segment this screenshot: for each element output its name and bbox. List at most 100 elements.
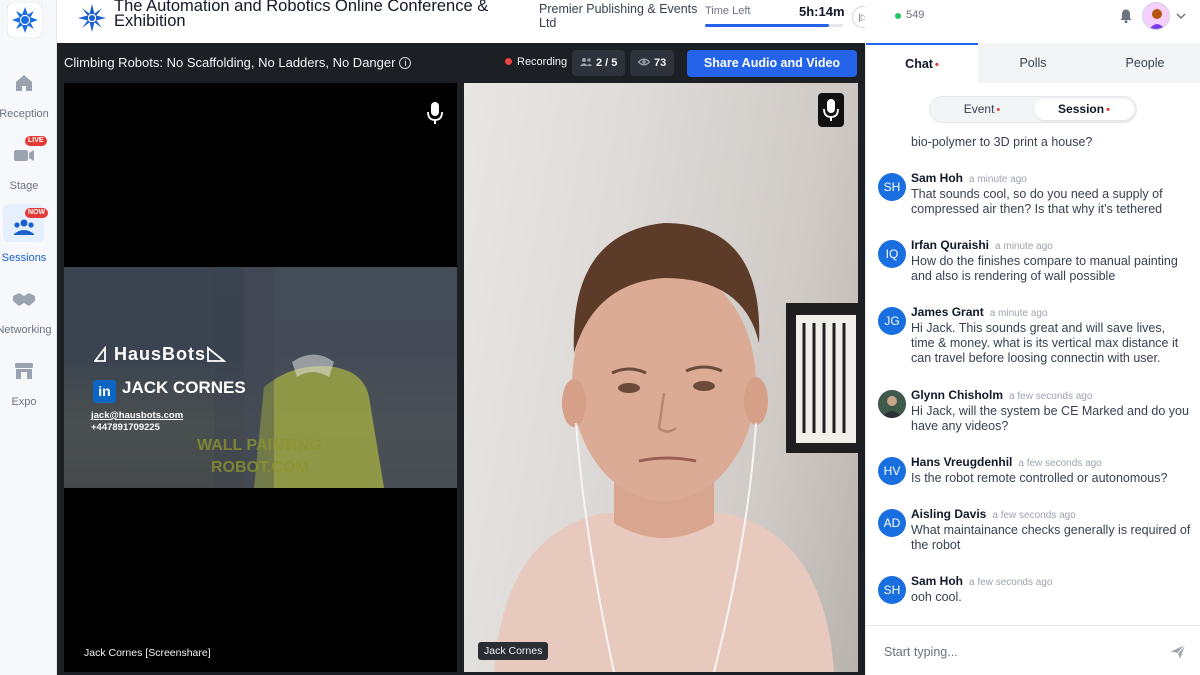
segment-session[interactable]: Session •: [1034, 99, 1134, 120]
message-text: ooh cool.: [911, 590, 962, 604]
user-avatar-image: [1143, 3, 1169, 29]
author-name: Glynn Chisholm: [911, 388, 1004, 402]
microphone-icon[interactable]: [818, 93, 844, 127]
message-author: Sam Hoh a few seconds ago: [911, 574, 1052, 588]
speaker-video: [464, 83, 858, 672]
nav-item-label: Stage: [9, 180, 39, 192]
shared-slide: HausBots in JACK CORNES jack@hausbots.com…: [64, 267, 457, 488]
avatar[interactable]: [878, 390, 906, 418]
vest-text-line2: ROBOT.COM: [211, 459, 309, 476]
author-name: Aisling Davis: [911, 507, 987, 521]
nav-item-label: Expo: [11, 396, 37, 408]
top-bar-right: 549: [865, 0, 1200, 43]
speaker-video-image: [494, 223, 858, 672]
avatar[interactable]: SH: [878, 576, 906, 604]
message-time: a few seconds ago: [992, 510, 1076, 521]
bell-icon[interactable]: [1118, 8, 1134, 24]
tab-polls[interactable]: Polls: [977, 43, 1089, 83]
segment-event-label: Event: [963, 102, 995, 116]
recording-label: Recording: [517, 56, 568, 68]
hausbots-logo: HausBots: [93, 344, 227, 365]
share-audio-video-button[interactable]: Share Audio and Video: [687, 50, 857, 77]
nav-item-label: Networking: [0, 324, 52, 336]
chat-scope-toggle: Event • Session •: [929, 96, 1137, 123]
nav-item-sessions[interactable]: NOW Sessions: [0, 204, 57, 276]
nav-item-reception[interactable]: Reception: [0, 70, 57, 132]
side-panel: Chat • Polls People Event • Session • bio-p…: [865, 43, 1200, 675]
presenter-email: jack@hausbots.com: [91, 410, 184, 421]
recording-indicator: Recording: [498, 51, 573, 74]
message-time: a few seconds ago: [1018, 458, 1102, 469]
nav-item-stage[interactable]: LIVE Stage: [0, 136, 57, 204]
vest-text-line1: WALL PAINTING: [197, 437, 322, 454]
presenter-phone: +447891709225: [91, 422, 160, 433]
now-badge: NOW: [25, 208, 49, 218]
chat-input[interactable]: [884, 642, 1154, 662]
avatar[interactable]: JG: [878, 307, 906, 335]
message-author: Glynn Chisholm a few seconds ago: [911, 388, 1092, 402]
session-title: Climbing Robots: No Scaffolding, No Ladd…: [64, 55, 412, 70]
left-nav-rail: Reception LIVE Stage NOW Sessions Networ…: [0, 0, 57, 675]
viewers-count-pill[interactable]: 73: [630, 50, 675, 76]
author-name: Irfan Quraishi: [911, 238, 990, 252]
message-author: Hans Vreugdenhil a few seconds ago: [911, 455, 1102, 469]
avatar-photo-image: [878, 390, 906, 418]
send-icon[interactable]: [1170, 644, 1186, 660]
message-time: a minute ago: [969, 174, 1027, 185]
message-author: James Grant a minute ago: [911, 305, 1048, 319]
chevron-down-icon[interactable]: [1176, 11, 1186, 21]
avatar[interactable]: AD: [878, 509, 906, 537]
stage-area: Climbing Robots: No Scaffolding, No Ladd…: [57, 43, 865, 675]
author-name: Sam Hoh: [911, 574, 964, 588]
nav-item-label: Reception: [0, 108, 49, 120]
unread-dot-icon: •: [996, 104, 1001, 116]
nav-item-label: Sessions: [1, 252, 47, 264]
hausbots-logo-icon-2: [207, 346, 227, 362]
message-text: That sounds cool, so do you need a suppl…: [911, 187, 1163, 216]
booth-icon: [15, 363, 33, 379]
online-indicator-icon: [895, 13, 901, 19]
recording-dot-icon: [505, 58, 512, 65]
live-badge: LIVE: [25, 136, 47, 146]
tab-chat[interactable]: Chat •: [866, 43, 978, 83]
app-logo-icon[interactable]: [7, 2, 43, 38]
event-title: The Automation and Robotics Online Confe…: [114, 0, 489, 30]
segment-event[interactable]: Event •: [932, 99, 1032, 120]
unread-dot-icon: •: [934, 59, 939, 71]
author-name: Hans Vreugdenhil: [911, 455, 1013, 469]
tab-people[interactable]: People: [1089, 43, 1200, 83]
message-time: a few seconds ago: [1009, 391, 1093, 402]
camera-tile[interactable]: Jack Cornes: [464, 83, 858, 672]
time-left-value: 5h:14m: [799, 4, 845, 19]
message-author: Aisling Davis a few seconds ago: [911, 507, 1076, 521]
speakers-icon: [580, 58, 592, 66]
organizer-name: Premier Publishing & Events Ltd: [539, 2, 698, 30]
viewers-count: 73: [654, 57, 667, 69]
chat-message-list[interactable]: bio-polymer to 3D print a house? SH Sam …: [866, 133, 1200, 623]
microphone-icon[interactable]: [422, 96, 448, 130]
user-avatar[interactable]: [1142, 2, 1170, 30]
chat-composer: [866, 625, 1200, 675]
home-icon: [16, 75, 32, 91]
message-text: What maintainance checks generally is re…: [911, 523, 1191, 552]
nav-item-networking[interactable]: Networking: [0, 286, 57, 348]
session-title-text: Climbing Robots: No Scaffolding, No Ladd…: [64, 55, 396, 70]
tab-chat-label: Chat: [905, 57, 933, 71]
info-icon[interactable]: i: [399, 57, 412, 69]
speakers-count-pill[interactable]: 2 / 5: [572, 50, 626, 76]
message-text: Hi Jack. This sounds great and will save…: [911, 321, 1179, 365]
author-name: Sam Hoh: [911, 171, 964, 185]
avatar[interactable]: SH: [878, 173, 906, 201]
speakers-count: 2 / 5: [596, 57, 618, 69]
screenshare-tile[interactable]: HausBots in JACK CORNES jack@hausbots.com…: [64, 83, 457, 672]
nav-item-expo[interactable]: Expo: [0, 358, 57, 420]
handshake-icon: [13, 293, 35, 306]
avatar[interactable]: HV: [878, 457, 906, 485]
tile-name-tag: Jack Cornes [Screenshare]: [84, 647, 211, 659]
hausbots-logo-icon: [93, 345, 106, 362]
time-progress-bar: [705, 24, 843, 27]
hausbots-logo-text: HausBots: [114, 344, 207, 364]
message-time: a minute ago: [995, 241, 1053, 252]
message-author: Sam Hoh a minute ago: [911, 171, 1027, 185]
avatar[interactable]: IQ: [878, 240, 906, 268]
